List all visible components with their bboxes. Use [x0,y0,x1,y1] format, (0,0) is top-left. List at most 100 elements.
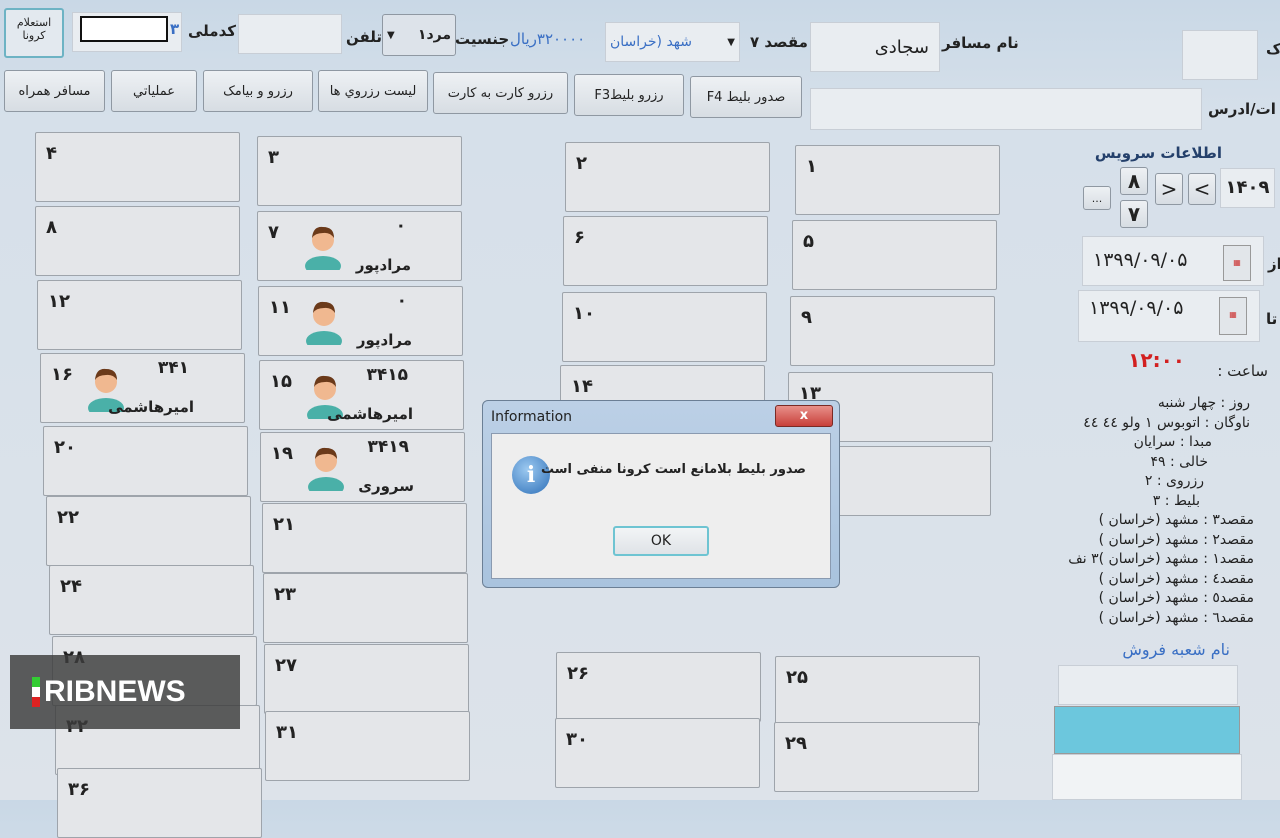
corona-inquiry-button[interactable]: استعلام کرونا [4,8,64,58]
service-detail-line: مقصد۲ : مشهد (خراسان ) [1098,531,1254,548]
branch-input[interactable] [1058,665,1238,705]
service-detail-line: مبدا : سرایان [1133,434,1212,450]
next-button[interactable]: > [1188,173,1216,205]
calendar-icon[interactable]: ▦ [1223,245,1251,281]
seat-number: ۲۱ [273,514,295,535]
passenger-name-input[interactable]: سجادی [810,22,940,72]
address-input[interactable] [810,88,1202,130]
information-dialog: Information x i صدور بلیط بلامانع است کر… [482,400,840,588]
redacted-box [80,16,168,42]
seat-10[interactable]: ۱۰ [562,292,767,362]
seat-number: ۳۰ [566,729,588,750]
companion-passenger-button[interactable]: مسافر همراه [4,70,105,112]
seat-5[interactable]: ۵ [792,220,997,290]
reserve-card-button[interactable]: رزرو کارت به کارت [433,72,568,114]
seat-15[interactable]: ۱۵ ۳۴۱۵ امیرهاشمی [259,360,464,430]
from-date-input[interactable]: ۱۳۹۹/۰۹/۰۵ ▦ [1082,236,1264,286]
ok-button[interactable]: OK [613,526,709,556]
service-title: اطلاعات سرویس [1094,144,1222,162]
seat-2[interactable]: ۲ [565,142,770,212]
seat-number: ۳۶ [68,779,90,800]
branch-list[interactable] [1052,754,1242,800]
service-detail-line: ناوگان : اتوبوس ۱ ولو ٤٤ ٤٤ [1083,414,1250,431]
seat-number: ۲۷ [275,655,297,676]
seat-20[interactable]: ۲۰ [43,426,248,496]
seat-number: ۲۵ [786,667,808,688]
address-label: ات/ادرس [1208,100,1276,118]
seat-9[interactable]: ۹ [790,296,995,366]
seat-21[interactable]: ۲۱ [262,503,467,573]
prev-button[interactable]: < [1155,173,1183,205]
seat-11[interactable]: ۱۱ ۰ مرادپور [258,286,463,356]
seat-31[interactable]: ۳۱ [265,711,470,781]
seat-33[interactable]: ۳۶ [57,768,262,838]
service-detail-line: مقصد٤ : مشهد (خراسان ) [1098,570,1254,587]
seat-number: ۱۴ [571,376,593,397]
passenger-code: ۳۴۱ [157,358,189,378]
seat-23[interactable]: ۲۳ [263,573,468,643]
from-date: ۱۳۹۹/۰۹/۰۵ [1093,249,1188,271]
seat-number: ۲۰ [54,437,76,458]
passenger-name: امیرهاشمی [108,398,194,416]
reservation-list-button[interactable]: لیست رزروي ها [318,70,428,112]
service-detail-line: مقصد٦ : مشهد (خراسان ) [1098,609,1254,626]
seat-number: ۹ [801,307,812,328]
from-label: از [1268,255,1280,273]
seat-24[interactable]: ۲۴ [49,565,254,635]
seat-16[interactable]: ۱۶ ۳۴۱ امیرهاشمی [40,353,245,423]
dialog-message: صدور بلیط بلامانع است کرونا منفی است [540,462,806,477]
seat-22[interactable]: ۲۲ [46,496,251,566]
close-button[interactable]: x [775,405,833,427]
reserve-ticket-button[interactable]: رزرو بلیطF3 [574,74,684,116]
calendar-icon[interactable]: ▦ [1219,297,1247,335]
seat-number: ۱ [806,156,817,177]
passenger-code: ۳۴۱۵ [366,365,408,385]
more-button[interactable]: ... [1083,186,1111,210]
service-detail-line: مقصد۳ : مشهد (خراسان ) [1098,512,1254,528]
seat-number: ۲۳ [274,584,296,605]
seat-number: ۴ [46,143,57,164]
passenger-name: سروری [358,477,414,495]
seat-27[interactable]: ۲۷ [264,644,469,714]
branch-label: نام شعبه فروش [1122,640,1230,659]
seat-number: ۲ [576,153,587,174]
issue-ticket-button[interactable]: صدور بلیط F4 [690,76,802,118]
extra-input[interactable] [1182,30,1258,80]
seat-29[interactable]: ۲۹ [774,722,979,792]
iribnews-logo: RIBNEWS [10,655,240,729]
to-date-input[interactable]: ۱۳۹۹/۰۹/۰۵ ▦ [1078,290,1260,342]
destination-value: شهد (خراسان [610,34,692,50]
seat-26[interactable]: ۲۶ [556,652,761,722]
service-number-input[interactable]: ۱۴۰۹ [1220,168,1275,208]
seat-number: ۲۴ [60,576,82,597]
seat-19[interactable]: ۱۹ ۳۴۱۹ سروری [260,432,465,502]
seat-1[interactable]: ۱ [795,145,1000,215]
national-code-suffix: ۳ [170,20,180,38]
phone-input[interactable] [238,14,342,54]
service-detail-line: بلیط : ۳ [1152,492,1200,509]
seat-12[interactable]: ۱۲ [37,280,242,350]
operations-button[interactable]: عملیاتي [111,70,197,112]
passenger-name-value: سجادی [874,36,929,58]
seat-number: ۱۶ [51,364,73,385]
service-detail-line: خالی : ۴۹ [1150,453,1208,470]
gender-select[interactable]: ▼ مرد۱ [382,14,456,56]
seat-6[interactable]: ۶ [563,216,768,286]
seat-number: ۲۲ [57,507,79,528]
passenger-name: مرادپور [355,256,411,274]
seat-7[interactable]: ۷ ۰ مرادپور [257,211,462,281]
seat-3[interactable]: ۳ [257,136,462,206]
branch-selected[interactable] [1054,706,1240,754]
seat-down-button[interactable]: ۷ [1120,200,1148,228]
destination-label: مقصد ۷ [750,33,808,51]
seat-25[interactable]: ۲۵ [775,656,980,726]
destination-select[interactable]: شهد (خراسان ▼ [605,22,740,62]
seat-number: ۱۲ [48,291,70,312]
reserve-sms-button[interactable]: رزرو و بیامک [203,70,313,112]
seat-number: ۱۱ [269,297,291,318]
seat-8[interactable]: ۸ [35,206,240,276]
chevron-down-icon: ▼ [387,29,395,41]
seat-30[interactable]: ۳۰ [555,718,760,788]
seat-4[interactable]: ۴ [35,132,240,202]
seat-up-button[interactable]: ۸ [1120,167,1148,195]
